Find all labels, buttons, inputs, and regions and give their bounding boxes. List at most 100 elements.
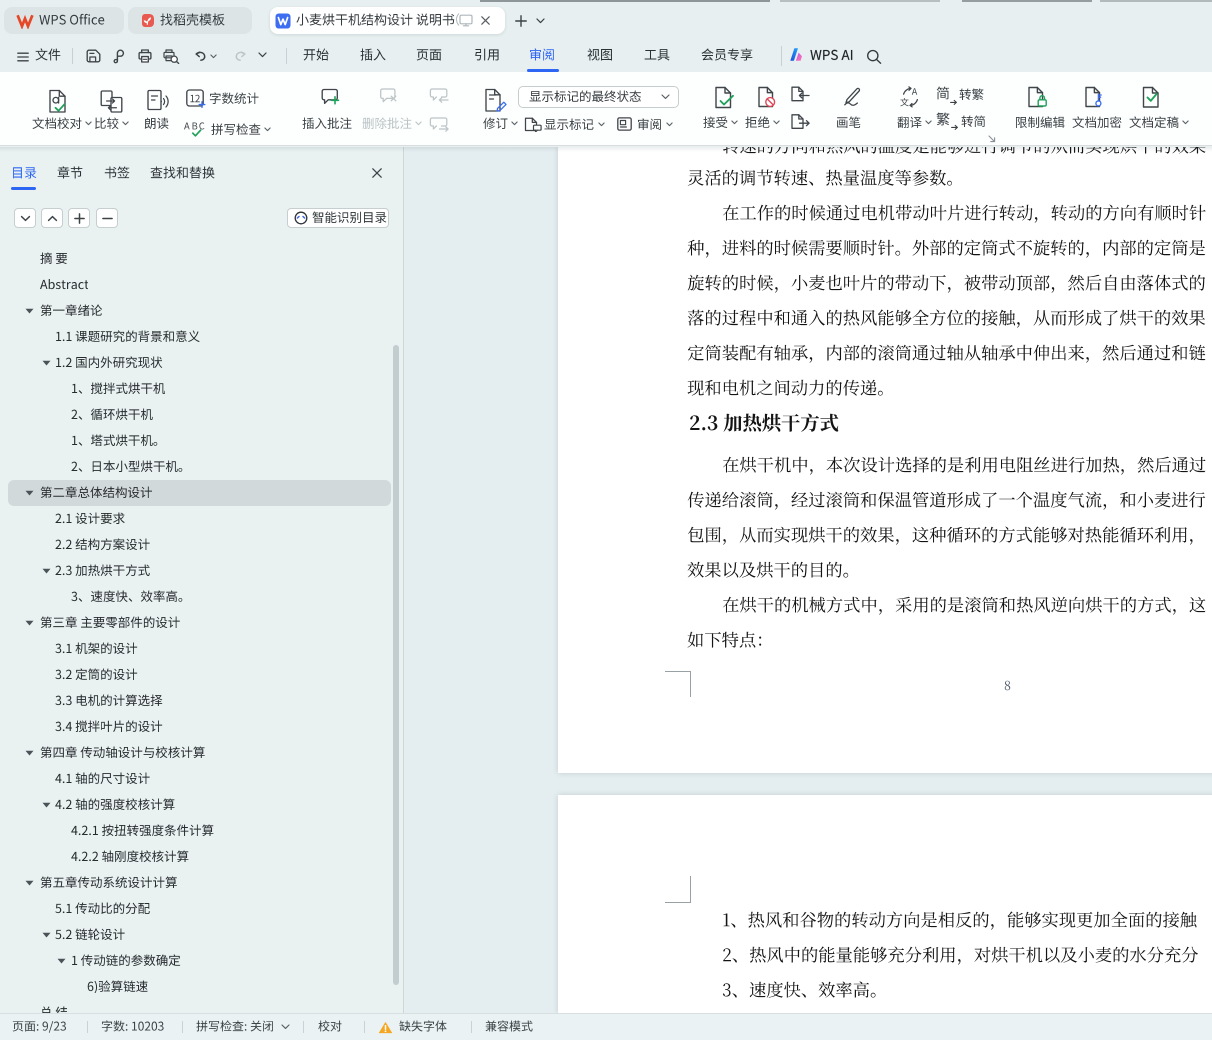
menu-review-active[interactable] <box>529 40 555 70</box>
reject-button[interactable] <box>745 116 780 129</box>
tab-docer-templates[interactable] <box>128 7 252 34</box>
hamburger-menu-icon[interactable] <box>17 52 29 62</box>
menu-insert[interactable] <box>360 40 386 70</box>
toc-item[interactable] <box>0 714 404 740</box>
export-pdf-icon[interactable] <box>111 48 127 64</box>
toc-item[interactable] <box>0 896 404 922</box>
previous-comment-icon-disabled[interactable] <box>429 88 449 103</box>
toc-item[interactable] <box>0 479 404 506</box>
tab-list-caret-icon[interactable] <box>536 18 545 24</box>
doc-proof-icon[interactable] <box>45 88 71 116</box>
toc-expand-caret-icon[interactable] <box>25 880 34 886</box>
toc-expand-caret-icon[interactable] <box>42 932 51 938</box>
accept-icon[interactable] <box>713 86 735 109</box>
toc-item[interactable] <box>0 506 404 532</box>
toc-expand-caret-icon[interactable] <box>42 568 51 574</box>
translate-button[interactable] <box>897 116 932 129</box>
toc-item[interactable] <box>0 584 404 610</box>
toc-item[interactable] <box>0 636 404 662</box>
doc-proof-button[interactable] <box>32 117 92 130</box>
toc-item[interactable] <box>0 974 404 1000</box>
toc-expand-caret-icon[interactable] <box>57 958 66 964</box>
save-icon[interactable] <box>85 48 102 64</box>
insert-comment-icon[interactable] <box>320 87 341 106</box>
toc-item[interactable] <box>0 1000 404 1013</box>
restrict-edit-button[interactable] <box>1015 116 1065 129</box>
wps-ai-button[interactable] <box>810 40 854 70</box>
menu-page[interactable] <box>416 40 442 70</box>
toc-item[interactable] <box>0 558 404 584</box>
delete-comment-button-disabled[interactable] <box>362 117 422 130</box>
menu-home[interactable] <box>303 40 329 70</box>
toc-item[interactable] <box>0 844 404 870</box>
markup-state-dropdown[interactable] <box>518 86 679 108</box>
toc-expand-caret-icon[interactable] <box>42 802 51 808</box>
track-changes-button[interactable] <box>483 117 518 130</box>
track-changes-icon[interactable] <box>482 87 509 115</box>
previous-change-icon[interactable] <box>790 86 810 102</box>
toc-item[interactable] <box>0 246 404 272</box>
compare-icon[interactable] <box>98 88 125 115</box>
toc-item[interactable] <box>0 766 404 792</box>
status-spell-check[interactable] <box>196 1014 274 1040</box>
toc-item[interactable] <box>0 610 404 636</box>
toc-item[interactable] <box>0 948 404 974</box>
status-missing-font[interactable] <box>399 1014 447 1040</box>
status-proofread[interactable] <box>318 1014 342 1040</box>
delete-comment-icon-disabled[interactable] <box>379 87 397 103</box>
finalize-button[interactable] <box>1129 116 1189 129</box>
finalize-icon[interactable] <box>1140 86 1162 108</box>
print-preview-icon[interactable] <box>162 48 180 64</box>
status-word-count[interactable] <box>101 1014 164 1040</box>
spell-check-icon[interactable] <box>184 121 209 138</box>
toc-item[interactable] <box>0 376 404 402</box>
menu-reference[interactable] <box>474 40 500 70</box>
toc-expand-caret-icon[interactable] <box>25 620 34 626</box>
redo-icon-disabled[interactable] <box>233 49 248 62</box>
new-tab-icon[interactable] <box>515 15 527 27</box>
menu-tools[interactable] <box>644 40 670 70</box>
toc-item[interactable] <box>0 402 404 428</box>
toc-item[interactable] <box>0 792 404 818</box>
show-markup-icon[interactable] <box>524 117 542 132</box>
tab-wps-home[interactable] <box>4 7 124 34</box>
review-pane-button[interactable] <box>637 118 673 131</box>
encrypt-icon[interactable] <box>1083 86 1105 108</box>
undo-caret-icon[interactable] <box>210 54 217 59</box>
accept-button[interactable] <box>703 116 738 129</box>
menu-view[interactable] <box>587 40 613 70</box>
spell-check-button[interactable] <box>211 123 271 136</box>
to-simplified-button[interactable] <box>961 115 986 128</box>
toc-item[interactable] <box>0 870 404 896</box>
print-icon[interactable] <box>137 48 153 64</box>
toc-item[interactable] <box>0 662 404 688</box>
undo-icon[interactable] <box>193 49 208 62</box>
toc-expand-caret-icon[interactable] <box>42 360 51 366</box>
menu-membership[interactable] <box>701 40 753 70</box>
toc-item[interactable] <box>0 922 404 948</box>
toc-expand-caret-icon[interactable] <box>25 490 34 496</box>
tab-document-active[interactable] <box>270 7 505 34</box>
close-tab-icon[interactable] <box>480 15 491 26</box>
search-icon[interactable] <box>866 49 882 64</box>
toc-item[interactable] <box>0 324 404 350</box>
toc-item[interactable] <box>0 272 404 298</box>
dialog-launcher-icon[interactable] <box>988 135 996 143</box>
compare-button[interactable] <box>94 117 129 130</box>
toc-item[interactable] <box>0 298 404 324</box>
menu-file[interactable] <box>35 40 61 70</box>
toc-expand-caret-icon[interactable] <box>25 750 34 756</box>
status-compat-mode[interactable] <box>485 1014 533 1040</box>
next-comment-icon-disabled[interactable] <box>429 117 449 132</box>
word-count-button[interactable] <box>209 92 259 105</box>
toc-item[interactable] <box>0 818 404 844</box>
status-page-indicator[interactable] <box>12 1014 67 1040</box>
word-count-icon[interactable] <box>186 89 206 109</box>
read-aloud-icon[interactable] <box>144 88 170 114</box>
toc-item[interactable] <box>0 350 404 376</box>
to-traditional-button[interactable] <box>959 88 984 101</box>
redo-caret-icon[interactable] <box>258 52 267 58</box>
toc-item[interactable] <box>0 454 404 480</box>
brush-icon[interactable] <box>841 87 863 106</box>
document-page-8[interactable] <box>558 147 1212 773</box>
